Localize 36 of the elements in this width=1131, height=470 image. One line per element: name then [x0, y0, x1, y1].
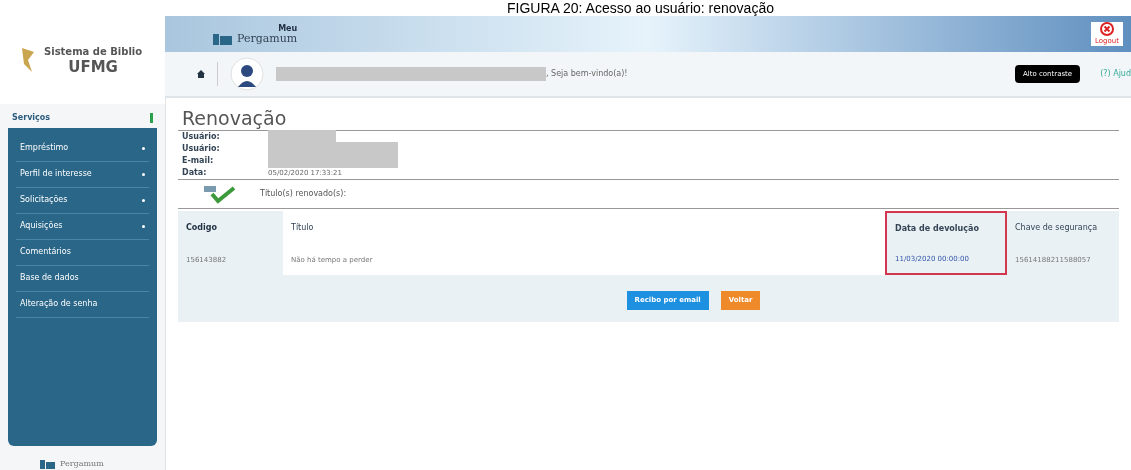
page-title: Renovação: [181, 106, 288, 130]
sidebar-item[interactable]: Alteração de senha: [16, 291, 149, 318]
brand-text: Pergamum: [60, 458, 104, 470]
column-header: Chave de segurança: [1014, 222, 1099, 234]
field-label: Usuário:: [181, 131, 221, 143]
brand-text: Meu: [278, 23, 298, 33]
bullet-icon: [142, 172, 145, 176]
sidebar-title: Serviços: [12, 111, 51, 124]
figure-caption: FIGURA 20: Acesso ao usuário: renovação: [507, 0, 774, 16]
sidebar-item[interactable]: Empréstimo: [16, 135, 149, 162]
check-icon: [202, 184, 236, 204]
field-label: E-mail:: [181, 155, 215, 167]
sidebar-item[interactable]: Base de dados: [16, 265, 149, 292]
field-label: Usuário:: [181, 143, 221, 155]
column-header: Data de devolução: [885, 211, 1007, 245]
logo-text: UFMG: [68, 59, 118, 76]
brand-text: Pergamum: [237, 32, 298, 45]
sidebar-item[interactable]: Perfil de interesse: [16, 161, 149, 188]
bullet-icon: [142, 224, 145, 228]
logo-text: Sistema de Biblio: [44, 45, 143, 60]
avatar-icon: [230, 57, 264, 91]
home-icon[interactable]: [197, 70, 205, 78]
column-header: Título: [283, 211, 885, 245]
status-indicator: [150, 112, 153, 123]
close-icon: [1100, 21, 1114, 36]
field-label: Data:: [181, 167, 208, 179]
status-text: Título(s) renovado(s):: [260, 188, 347, 200]
sidebar-item[interactable]: Comentários: [16, 239, 149, 266]
greeting-text: , Seja bem-vindo(a)!: [546, 68, 628, 80]
bullet-icon: [142, 146, 145, 150]
books-icon: [213, 32, 233, 45]
books-icon: [40, 459, 56, 469]
sidebar-item[interactable]: Aquisições: [16, 213, 149, 240]
sidebar-item[interactable]: Solicitações: [16, 187, 149, 214]
bullet-icon: [142, 198, 145, 202]
column-header: Codigo: [185, 222, 219, 234]
